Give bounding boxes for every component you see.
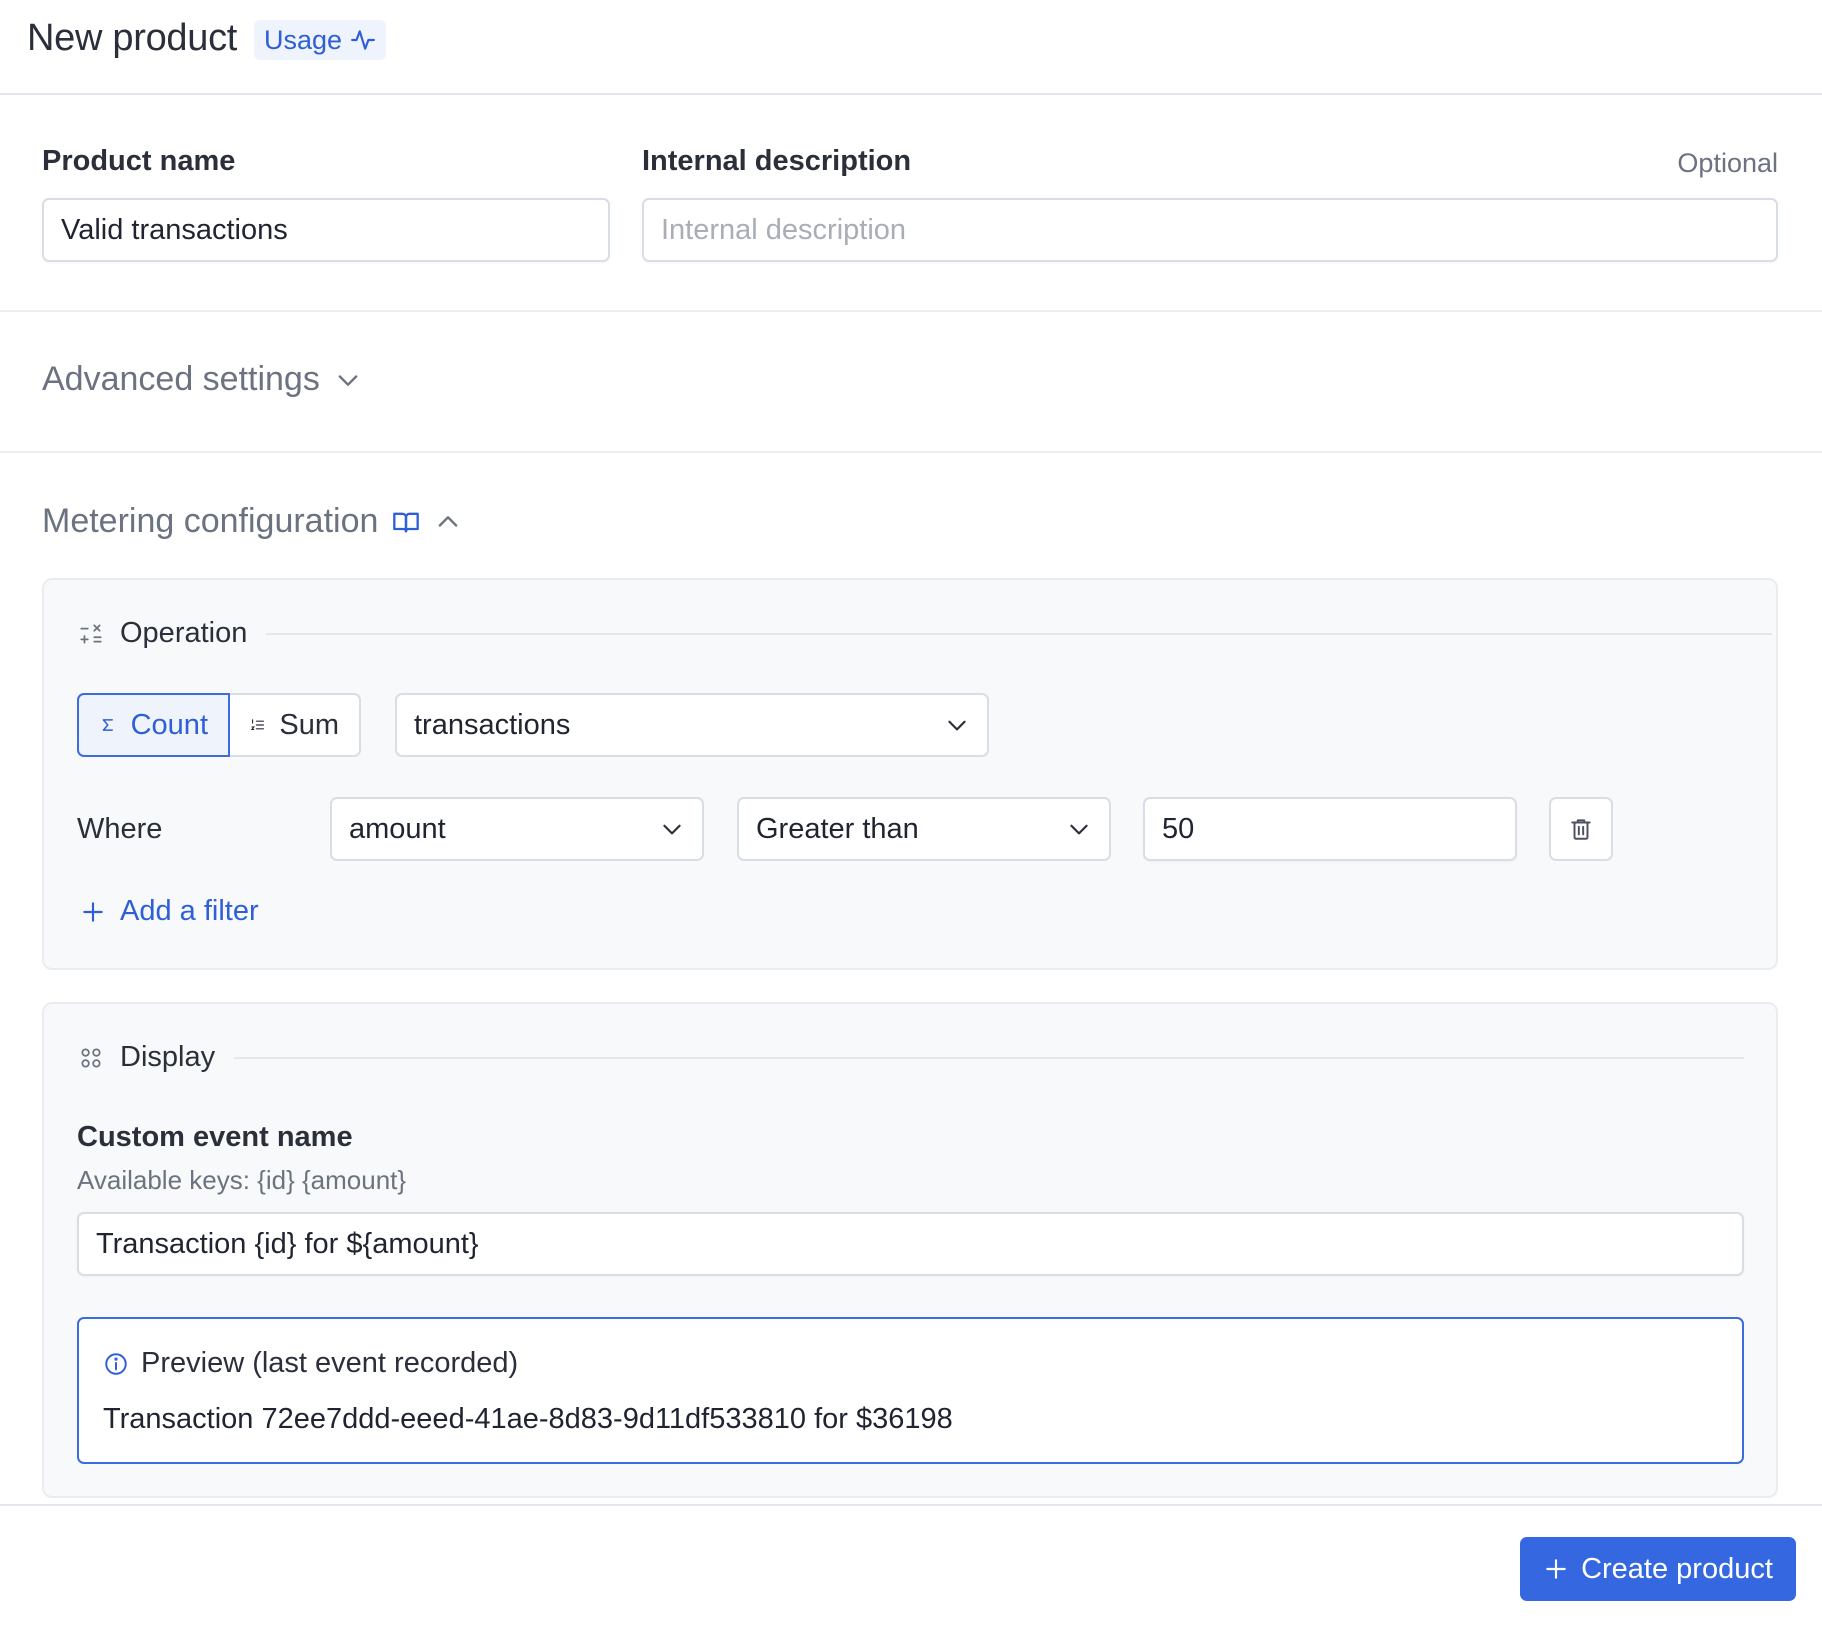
description-input[interactable]: Internal description (642, 198, 1778, 262)
list-ordered-icon (250, 719, 265, 731)
divider (0, 451, 1822, 453)
sigma-icon (102, 719, 113, 731)
product-name-input[interactable]: Valid transactions (42, 198, 610, 262)
delete-filter-button[interactable] (1549, 797, 1613, 861)
display-title: Display (120, 1041, 216, 1073)
add-filter-label: Add a filter (120, 895, 259, 927)
filter-value: 50 (1162, 812, 1195, 845)
chevron-down-icon (338, 374, 358, 386)
available-keys-hint: Available keys: {id} {amount} (77, 1165, 407, 1195)
operation-card: Operation Count Sum transactions Where a… (42, 578, 1778, 970)
add-filter-button[interactable]: Add a filter (80, 895, 259, 928)
custom-event-value: Transaction {id} for ${amount} (96, 1227, 479, 1260)
activity-icon (351, 30, 375, 50)
preview-header: Preview (last event recorded) (103, 1347, 518, 1380)
count-label: Count (130, 708, 208, 741)
card-rule (266, 633, 1772, 635)
event-select[interactable]: transactions (395, 693, 989, 757)
filter-operator-select[interactable]: Greater than (737, 797, 1111, 861)
count-toggle-button[interactable]: Count (77, 693, 230, 757)
book-icon[interactable] (392, 508, 420, 536)
usage-badge[interactable]: Usage (254, 20, 387, 60)
preview-title: Preview (last event recorded) (141, 1347, 519, 1379)
chevron-down-icon (948, 720, 966, 731)
page-header: New product Usage (0, 0, 1822, 95)
display-card: Display Custom event name Available keys… (42, 1002, 1778, 1498)
chevron-down-icon (663, 824, 681, 835)
operation-header: Operation (78, 617, 247, 650)
usage-badge-label: Usage (264, 24, 343, 55)
preview-text: Transaction 72ee7ddd-eeed-41ae-8d83-9d11… (103, 1403, 953, 1435)
custom-event-label: Custom event name (77, 1121, 353, 1153)
filter-field-select[interactable]: amount (330, 797, 704, 861)
footer-divider (0, 1504, 1822, 1506)
grid-circles-icon (81, 1047, 101, 1068)
custom-event-input[interactable]: Transaction {id} for ${amount} (77, 1212, 1744, 1276)
filter-operator-value: Greater than (756, 812, 919, 845)
operation-title: Operation (120, 617, 248, 649)
metering-config-title: Metering configuration (42, 502, 379, 540)
card-rule (234, 1057, 1744, 1059)
plus-icon (1546, 1559, 1566, 1579)
description-placeholder: Internal description (661, 213, 907, 246)
create-product-button[interactable]: Create product (1520, 1537, 1796, 1601)
info-icon (105, 1352, 127, 1375)
product-name-label: Product name (42, 145, 236, 177)
product-name-value: Valid transactions (61, 213, 288, 246)
filter-value-input[interactable]: 50 (1143, 797, 1517, 861)
filter-field-value: amount (349, 812, 446, 845)
calculator-icon (80, 623, 102, 644)
create-product-label: Create product (1581, 1552, 1773, 1585)
metering-config-header[interactable]: Metering configuration (42, 502, 462, 541)
optional-hint: Optional (1677, 148, 1778, 178)
trash-icon (1571, 819, 1591, 840)
page-title: New product (27, 17, 238, 59)
sum-toggle-button[interactable]: Sum (228, 693, 361, 757)
plus-icon (83, 901, 103, 922)
divider (0, 310, 1822, 312)
advanced-settings-title: Advanced settings (42, 360, 320, 398)
description-label: Internal description (642, 145, 912, 177)
where-label: Where (77, 813, 163, 845)
preview-box: Preview (last event recorded) Transactio… (77, 1317, 1744, 1464)
event-select-value: transactions (414, 708, 571, 741)
advanced-settings-toggle[interactable]: Advanced settings (42, 360, 362, 399)
chevron-down-icon (1070, 824, 1088, 835)
sum-label: Sum (279, 708, 339, 741)
display-header: Display (78, 1041, 215, 1074)
chevron-up-icon[interactable] (434, 508, 462, 536)
